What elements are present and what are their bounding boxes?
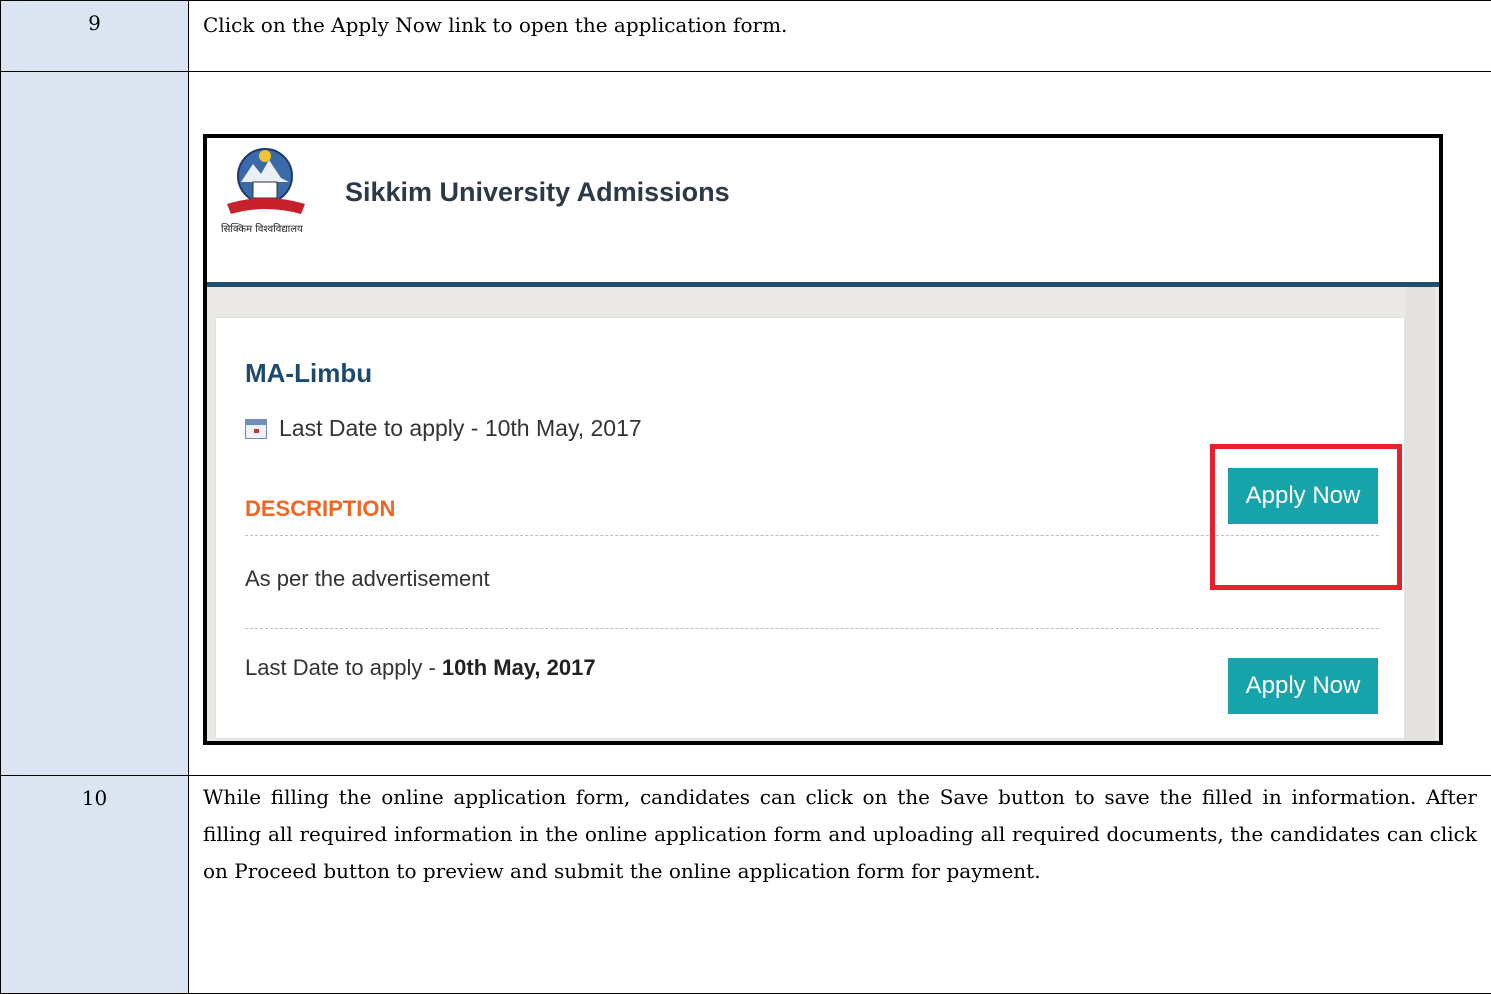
university-logo: सिक्किम विश्वविद्यालय [217, 142, 317, 242]
step-text-cell: While filling the online application for… [189, 776, 1491, 994]
bottom-date-label: Last Date to apply - [245, 655, 442, 680]
step-text: Click on the Apply Now link to open the … [203, 1, 1477, 44]
site-title: Sikkim University Admissions [345, 177, 730, 208]
logo-lettering: सिक्किम विश्वविद्यालय [221, 223, 303, 235]
bottom-date-value: 10th May, 2017 [442, 655, 596, 680]
highlight-box [1210, 444, 1402, 590]
divider [245, 628, 1379, 629]
course-card: MA-Limbu Last Date to apply - 10th May, … [215, 317, 1405, 739]
description-heading: DESCRIPTION [245, 496, 395, 522]
site-header: सिक्किम विश्वविद्यालय Sikkim University … [207, 138, 1439, 287]
step-number-cell [1, 72, 189, 776]
table-row: 9 Click on the Apply Now link to open th… [1, 1, 1491, 72]
step-number: 9 [1, 1, 188, 35]
calendar-icon [245, 419, 267, 439]
step-text: While filling the online application for… [203, 776, 1477, 890]
step-number-cell: 10 [1, 776, 189, 994]
step-number-cell: 9 [1, 1, 189, 72]
apply-now-button-bottom[interactable]: Apply Now [1228, 658, 1378, 714]
last-date-line: Last Date to apply - 10th May, 2017 [245, 415, 642, 442]
step-number: 10 [1, 776, 188, 810]
bottom-last-date: Last Date to apply - 10th May, 2017 [245, 655, 596, 681]
divider [245, 535, 1379, 536]
description-text: As per the advertisement [245, 566, 490, 592]
embedded-screenshot: सिक्किम विश्वविद्यालय Sikkim University … [203, 134, 1443, 745]
step-text-cell: Click on the Apply Now link to open the … [189, 1, 1491, 72]
table-row: 10 While filling the online application … [1, 776, 1491, 994]
background-texture [1405, 287, 1435, 745]
last-date-text: Last Date to apply - 10th May, 2017 [279, 415, 642, 442]
course-title: MA-Limbu [245, 358, 372, 389]
page-body: MA-Limbu Last Date to apply - 10th May, … [207, 287, 1439, 745]
